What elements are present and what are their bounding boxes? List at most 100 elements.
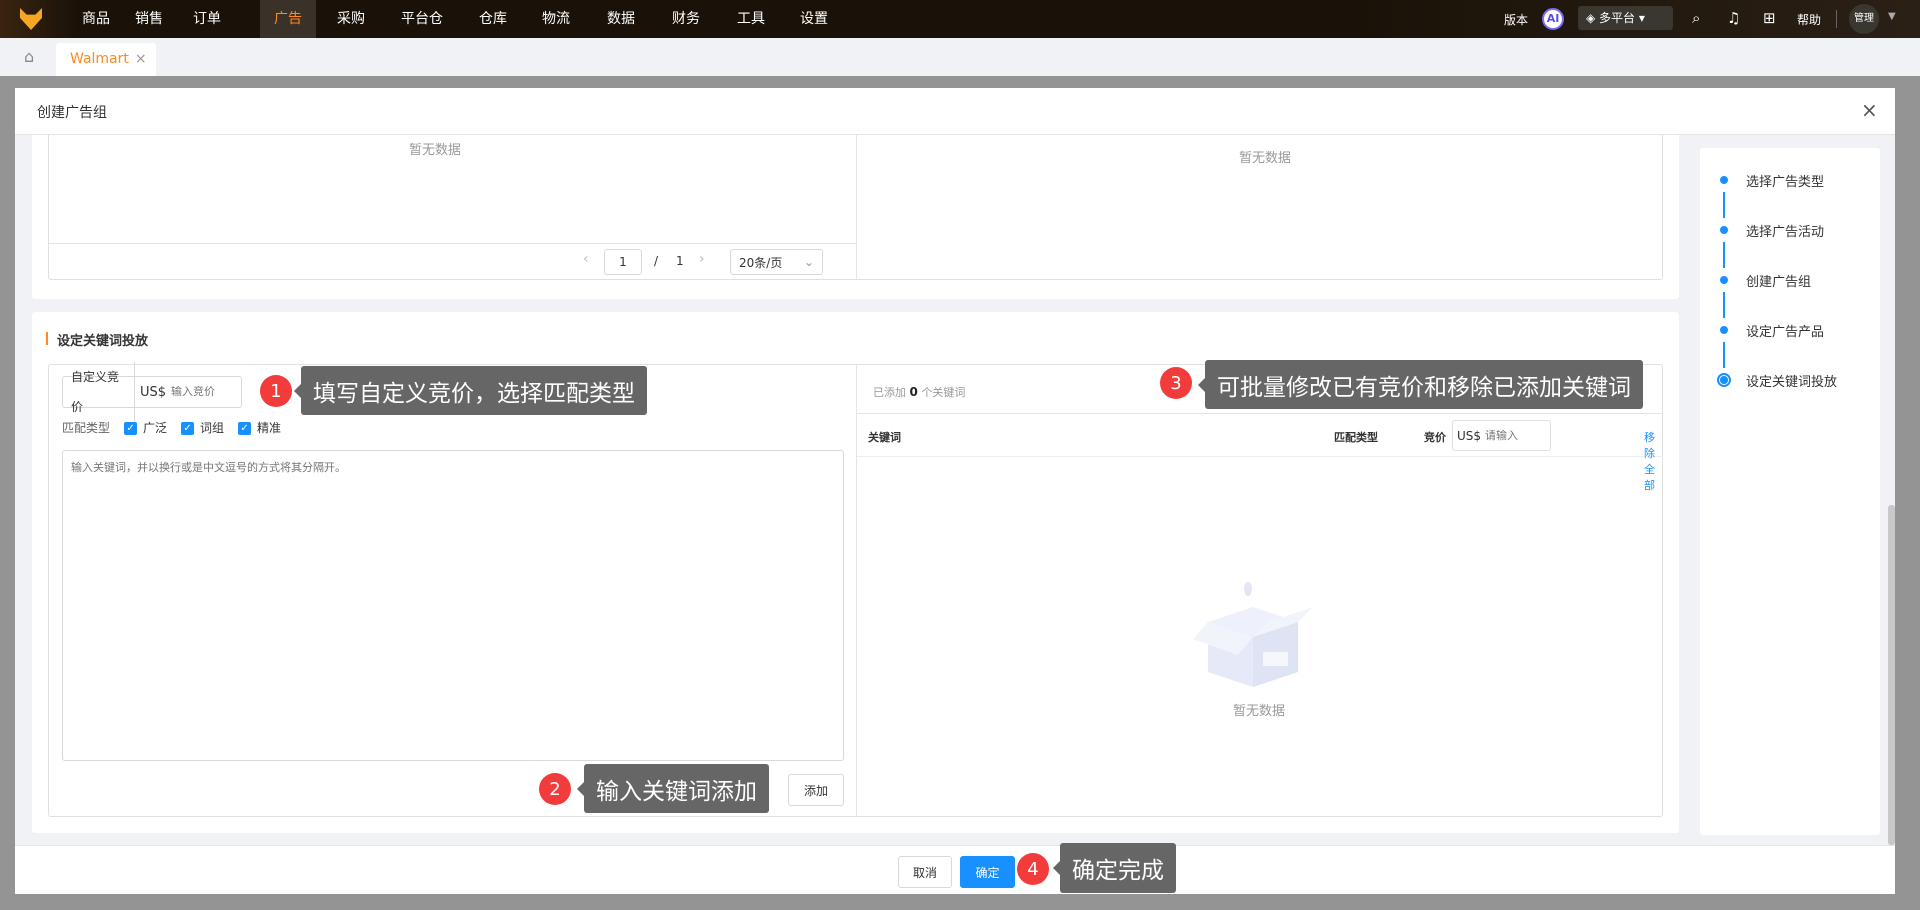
checkbox-broad[interactable]: ✓ 广泛 <box>124 419 167 436</box>
step-item[interactable]: 创建广告组 <box>1720 268 1837 292</box>
nav-item-purchase[interactable]: 采购 <box>323 0 379 38</box>
match-type-row: 匹配类型 ✓ 广泛 ✓ 词组 ✓ 精准 <box>62 419 281 436</box>
step-dot-icon <box>1720 276 1728 284</box>
caret-down-icon: ▾ <box>1635 11 1645 25</box>
batch-bid-input[interactable] <box>1485 429 1541 442</box>
empty-text: 暂无数据 <box>1239 151 1292 166</box>
nav-item-finance[interactable]: 财务 <box>658 0 714 38</box>
annotation-tooltip-2: 输入关键词添加 <box>577 764 769 813</box>
tab-bar: ⌂ Walmart × <box>0 38 1920 76</box>
step-dot-icon <box>1720 226 1728 234</box>
search-icon[interactable]: ⌕ <box>1692 9 1700 27</box>
keyword-panel: 自定义竞价 US$ 匹配类型 ✓广泛 ✓词组 ✓精准 添加 已添加 0 <box>48 362 1663 817</box>
nav-item-logistics[interactable]: 物流 <box>528 0 584 38</box>
page-input[interactable]: 1 <box>604 249 642 275</box>
remove-all-link[interactable]: 移除全部 <box>1644 429 1655 493</box>
step-connector <box>1723 342 1725 368</box>
nav-item-sales[interactable]: 销售 <box>121 0 177 38</box>
divider <box>856 135 857 279</box>
page-size-select[interactable]: 20条/页 ⌄ <box>730 249 823 275</box>
confirm-button[interactable]: 确定 <box>960 856 1015 888</box>
column-bid: 竞价 <box>1424 431 1446 444</box>
step-item-current[interactable]: 设定关键词投放 <box>1717 368 1837 392</box>
ai-button[interactable]: AI <box>1542 8 1564 30</box>
step-item[interactable]: 选择广告类型 <box>1720 168 1837 192</box>
divider <box>1836 10 1837 28</box>
match-type-label: 匹配类型 <box>62 421 111 435</box>
close-icon[interactable]: × <box>1861 98 1878 122</box>
avatar[interactable]: 管理 <box>1849 4 1879 34</box>
version-link[interactable]: 版本 <box>1504 11 1528 28</box>
top-nav: 商品 销售 订单 广告 采购 平台仓 仓库 物流 数据 财务 工具 设置 版本 … <box>0 0 1920 38</box>
add-button[interactable]: 添加 <box>788 774 844 806</box>
empty-text: 暂无数据 <box>1233 704 1286 719</box>
keyword-table-header: 关键词 匹配类型 竞价 US$ 移除全部 <box>857 414 1663 492</box>
nav-item-orders[interactable]: 订单 <box>179 0 235 38</box>
annotation-badge-4: 4 <box>1017 853 1049 885</box>
annotation-badge-1: 1 <box>260 375 292 407</box>
step-connector <box>1723 292 1725 318</box>
step-dot-icon <box>1720 176 1728 184</box>
next-page-icon[interactable]: › <box>699 251 705 267</box>
platform-selector[interactable]: ◈ 多平台 ▾ <box>1578 6 1673 30</box>
empty-text: 暂无数据 <box>409 143 462 158</box>
annotation-badge-3: 3 <box>1160 367 1192 399</box>
grid-icon[interactable]: ⊞ <box>1763 9 1776 27</box>
tab-walmart[interactable]: Walmart × <box>56 43 156 76</box>
nav-item-ads[interactable]: 广告 <box>260 0 316 38</box>
currency-label: US$ <box>139 384 166 400</box>
total-pages: 1 <box>676 254 684 268</box>
column-keyword: 关键词 <box>868 431 901 444</box>
scrollbar[interactable] <box>1888 505 1895 845</box>
keyword-textarea[interactable] <box>62 450 844 761</box>
check-icon: ✓ <box>124 422 138 435</box>
bid-input[interactable] <box>171 386 241 398</box>
headset-icon[interactable]: ♫ <box>1727 9 1740 27</box>
empty-box-icon <box>1193 582 1313 687</box>
annotation-tooltip-3: 可批量修改已有竞价和移除已添加关键词 <box>1198 360 1643 409</box>
caret-down-icon[interactable]: ▼ <box>1888 11 1896 22</box>
nav-item-settings[interactable]: 设置 <box>786 0 842 38</box>
check-icon: ✓ <box>181 422 195 435</box>
section-marker <box>46 332 48 345</box>
annotation-tooltip-1: 填写自定义竞价，选择匹配类型 <box>294 366 647 415</box>
modal-body: 暂无数据 暂无数据 ‹ 1 / 1 › 20条/页 ⌄ 设定关键词投放 自定义竞价 <box>15 135 1895 845</box>
help-link[interactable]: 帮助 <box>1797 11 1821 28</box>
page-separator: / <box>654 254 659 268</box>
product-card: 暂无数据 暂无数据 ‹ 1 / 1 › 20条/页 ⌄ <box>32 135 1679 299</box>
nav-item-warehouse[interactable]: 仓库 <box>465 0 521 38</box>
batch-bid-group: US$ <box>1452 420 1551 451</box>
modal-footer: 取消 确定 <box>15 845 1895 894</box>
step-item[interactable]: 选择广告活动 <box>1720 218 1837 242</box>
logo-icon[interactable] <box>20 8 42 30</box>
checkbox-phrase[interactable]: ✓ 词组 <box>181 419 224 436</box>
step-connector <box>1723 242 1725 268</box>
custom-bid-label: 自定义竞价 <box>63 362 135 422</box>
step-item[interactable]: 设定广告产品 <box>1720 318 1837 342</box>
nav-item-tools[interactable]: 工具 <box>723 0 779 38</box>
step-dot-icon <box>1720 326 1728 334</box>
checkbox-exact[interactable]: ✓ 精准 <box>238 419 281 436</box>
column-match-type: 匹配类型 <box>1334 431 1378 444</box>
prev-page-icon[interactable]: ‹ <box>583 251 589 267</box>
added-count: 0 <box>909 385 918 399</box>
divider <box>49 243 856 244</box>
cancel-button[interactable]: 取消 <box>898 856 952 888</box>
annotation-badge-2: 2 <box>539 773 571 805</box>
nav-item-platform-warehouse[interactable]: 平台仓 <box>387 0 457 38</box>
custom-bid-group: 自定义竞价 US$ <box>62 362 242 422</box>
steps-panel: 选择广告类型 选择广告活动 创建广告组 设定广告产品 设定关键词投放 <box>1700 148 1880 835</box>
close-icon[interactable]: × <box>135 51 147 67</box>
step-current-icon <box>1717 373 1731 387</box>
step-connector <box>1723 192 1725 218</box>
nav-item-data[interactable]: 数据 <box>593 0 649 38</box>
create-ad-group-modal: 创建广告组 × 暂无数据 暂无数据 ‹ 1 / 1 › 20条/页 ⌄ 设定关键词… <box>15 88 1895 894</box>
nav-item-products[interactable]: 商品 <box>68 0 124 38</box>
chevron-down-icon: ⌄ <box>803 255 814 269</box>
layers-icon: ◈ <box>1586 11 1600 25</box>
home-icon[interactable]: ⌂ <box>24 47 34 66</box>
modal-title: 创建广告组 <box>37 105 107 121</box>
section-title: 设定关键词投放 <box>57 334 149 349</box>
product-tables: 暂无数据 暂无数据 ‹ 1 / 1 › 20条/页 ⌄ <box>48 135 1663 280</box>
check-icon: ✓ <box>238 422 252 435</box>
